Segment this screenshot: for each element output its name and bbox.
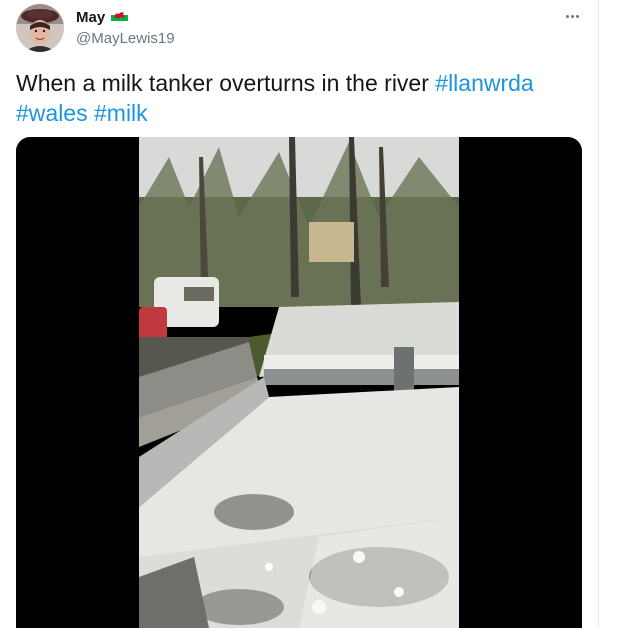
hashtag-link[interactable]: #llanwrda [435, 70, 533, 96]
user-handle[interactable]: @MayLewis19 [76, 30, 175, 47]
video-player[interactable] [16, 137, 582, 628]
wales-flag-icon [111, 8, 129, 26]
video-frame-icon [139, 137, 459, 628]
hashtag-link[interactable]: #milk [94, 100, 148, 126]
author-name-row[interactable]: May [76, 8, 129, 26]
display-name[interactable]: May [76, 9, 105, 26]
timeline-divider [598, 0, 599, 628]
avatar[interactable] [16, 4, 64, 52]
tweet-body: When a milk tanker overturns in the rive… [16, 70, 429, 96]
more-options-icon[interactable] [558, 6, 586, 26]
hashtag-link[interactable]: #wales [16, 100, 88, 126]
tweet-card: May @MayLewis19 When a milk tanker overt… [0, 0, 598, 628]
tweet-text: When a milk tanker overturns in the rive… [16, 68, 576, 128]
